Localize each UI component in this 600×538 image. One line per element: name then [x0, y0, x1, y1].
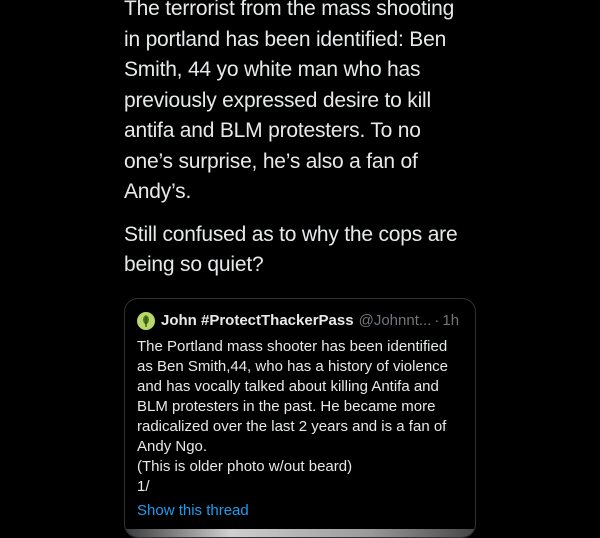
quoted-author-handle[interactable]: @Johnnt... — [359, 311, 432, 331]
tweet-line: Still confused as to why the cops are — [124, 222, 458, 246]
tweet-line: one’s surprise, he’s also a fan of — [124, 149, 418, 173]
quote-line: radicalized over the last 2 years and is… — [137, 418, 447, 435]
quoted-tweet-header: John #ProtectThackerPass @Johnnt... · 1h — [137, 311, 463, 331]
show-thread-link[interactable]: Show this thread — [137, 501, 463, 521]
tweet-line: previously expressed desire to kill — [124, 88, 431, 112]
quoted-tweet-text: The Portland mass shooter has been ident… — [137, 337, 463, 497]
tweet-line: in portland has been identified: Ben — [124, 27, 447, 51]
tweet-line: antifa and BLM protesters. To no — [124, 119, 421, 142]
quoted-author-name[interactable]: John #ProtectThackerPass — [161, 311, 354, 331]
quoted-timestamp[interactable]: 1h — [442, 311, 459, 331]
tweet-line: Smith, 44 yo white man who has — [124, 58, 421, 81]
quote-line: as Ben Smith,44, who has a history of vi… — [137, 358, 449, 375]
tweet-paragraph-1: The terrorist from the mass shooting in … — [124, 0, 484, 208]
quote-line: (This is older photo w/out beard) — [137, 458, 353, 475]
leaf-avatar-icon[interactable] — [137, 312, 155, 330]
quote-line: and has vocally talked about killing Ant… — [137, 378, 439, 395]
quoted-tweet-card[interactable]: John #ProtectThackerPass @Johnnt... · 1h… — [124, 298, 476, 538]
quote-line: 1/ — [137, 478, 150, 495]
header-separator: · — [434, 312, 440, 329]
quoted-media-preview[interactable] — [125, 529, 475, 537]
tweet-line: Andy’s. — [124, 180, 192, 203]
tweet-line: being so quiet? — [124, 253, 264, 276]
tweet-text: The terrorist from the mass shooting in … — [124, 0, 484, 281]
quote-line: The Portland mass shooter has been ident… — [137, 338, 448, 355]
quote-line: Andy Ngo. — [137, 438, 208, 455]
tweet-line: The terrorist from the mass shooting — [124, 0, 455, 20]
tweet-paragraph-2: Still confused as to why the cops are be… — [124, 220, 484, 281]
quote-line: BLM protesters in the past. He became mo… — [137, 398, 436, 415]
